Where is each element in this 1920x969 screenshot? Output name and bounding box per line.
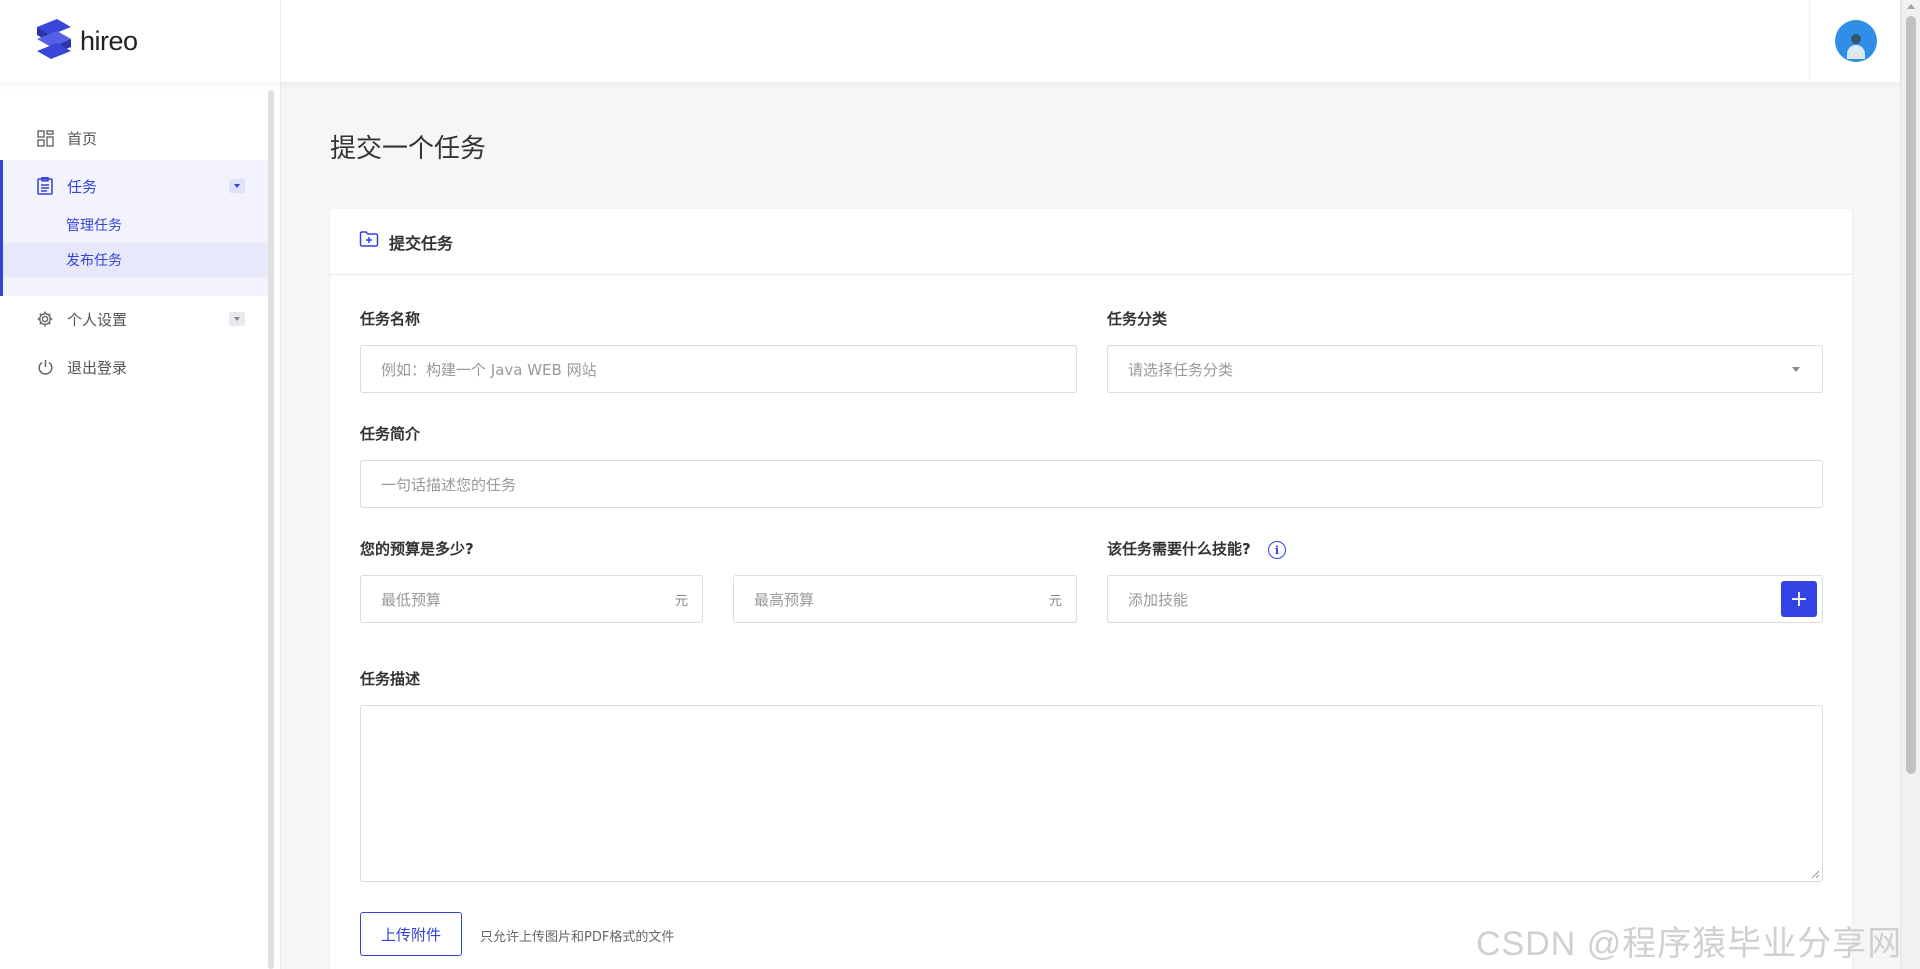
top-header: hireo bbox=[0, 0, 1900, 82]
page-scrollbar[interactable] bbox=[1900, 0, 1920, 969]
max-budget-input[interactable]: 最高预算 元 bbox=[733, 575, 1077, 623]
task-name-input[interactable]: 例如：构建一个 Java WEB 网站 bbox=[360, 345, 1077, 393]
watermark: CSDN @程序猿毕业分享网 bbox=[1476, 925, 1903, 963]
dashboard-icon bbox=[35, 128, 55, 148]
category-placeholder: 请选择任务分类 bbox=[1128, 360, 1234, 379]
sidebar-item-tasks[interactable]: 任务 bbox=[3, 163, 268, 209]
currency-unit: 元 bbox=[1048, 593, 1062, 609]
clipboard-icon bbox=[35, 176, 55, 196]
logo-icon bbox=[37, 19, 71, 59]
task-name-placeholder: 例如：构建一个 Java WEB 网站 bbox=[381, 360, 597, 379]
sidebar-item-label: 退出登录 bbox=[67, 358, 128, 377]
info-icon[interactable]: i bbox=[1268, 541, 1286, 559]
gear-icon bbox=[35, 309, 55, 329]
resize-handle-icon[interactable] bbox=[1810, 869, 1820, 879]
min-budget-input[interactable]: 最低预算 元 bbox=[360, 575, 703, 623]
sidebar: 首页 任务 管理任务 发布任务 个人设置 退出登录 bbox=[0, 82, 281, 969]
task-name-label: 任务名称 bbox=[360, 310, 421, 328]
chevron-down-icon[interactable] bbox=[229, 312, 245, 326]
task-form-card: 提交任务 任务名称 例如：构建一个 Java WEB 网站 任务分类 请选择任务… bbox=[330, 209, 1852, 969]
card-title: 提交任务 bbox=[389, 234, 454, 253]
summary-input[interactable]: 一句话描述您的任务 bbox=[360, 460, 1823, 508]
budget-label: 您的预算是多少? bbox=[360, 540, 474, 558]
sidebar-item-settings[interactable]: 个人设置 bbox=[0, 296, 268, 342]
scroll-up-arrow-icon[interactable] bbox=[1907, 4, 1915, 9]
skills-label: 该任务需要什么技能? bbox=[1107, 540, 1251, 558]
min-budget-placeholder: 最低预算 bbox=[381, 590, 442, 609]
card-header: 提交任务 bbox=[330, 209, 1852, 275]
add-skill-button[interactable]: + bbox=[1781, 581, 1817, 617]
currency-unit: 元 bbox=[674, 593, 688, 609]
upload-attachment-button[interactable]: 上传附件 bbox=[360, 912, 462, 956]
max-budget-placeholder: 最高预算 bbox=[754, 590, 815, 609]
skills-placeholder: 添加技能 bbox=[1128, 590, 1189, 609]
category-label: 任务分类 bbox=[1107, 310, 1168, 328]
summary-placeholder: 一句话描述您的任务 bbox=[381, 475, 517, 494]
sidebar-item-logout[interactable]: 退出登录 bbox=[0, 344, 268, 390]
page-scrollbar-thumb[interactable] bbox=[1906, 16, 1916, 774]
logo[interactable]: hireo bbox=[0, 0, 281, 82]
description-label: 任务描述 bbox=[360, 670, 421, 688]
user-avatar-icon[interactable] bbox=[1835, 20, 1877, 62]
power-icon bbox=[35, 357, 55, 377]
sidebar-subitem-publish-task[interactable]: 发布任务 bbox=[3, 243, 268, 277]
sidebar-item-label: 首页 bbox=[67, 129, 98, 148]
sidebar-subitem-manage-tasks[interactable]: 管理任务 bbox=[0, 208, 268, 242]
summary-label: 任务简介 bbox=[360, 425, 421, 443]
category-select[interactable]: 请选择任务分类 bbox=[1107, 345, 1823, 393]
brand-name: hireo bbox=[80, 26, 138, 56]
sidebar-scrollbar[interactable] bbox=[268, 90, 274, 969]
folder-plus-icon bbox=[359, 230, 381, 252]
page-title: 提交一个任务 bbox=[330, 134, 487, 164]
chevron-down-icon bbox=[1792, 367, 1800, 372]
sidebar-item-home[interactable]: 首页 bbox=[0, 115, 268, 161]
upload-hint: 只允许上传图片和PDF格式的文件 bbox=[480, 930, 675, 945]
description-textarea[interactable] bbox=[360, 705, 1823, 882]
sidebar-item-label: 任务 bbox=[67, 177, 98, 196]
sidebar-item-label: 个人设置 bbox=[67, 310, 128, 329]
skills-input[interactable]: 添加技能 + bbox=[1107, 575, 1823, 623]
chevron-down-icon[interactable] bbox=[229, 179, 245, 193]
user-menu[interactable] bbox=[1809, 0, 1900, 82]
